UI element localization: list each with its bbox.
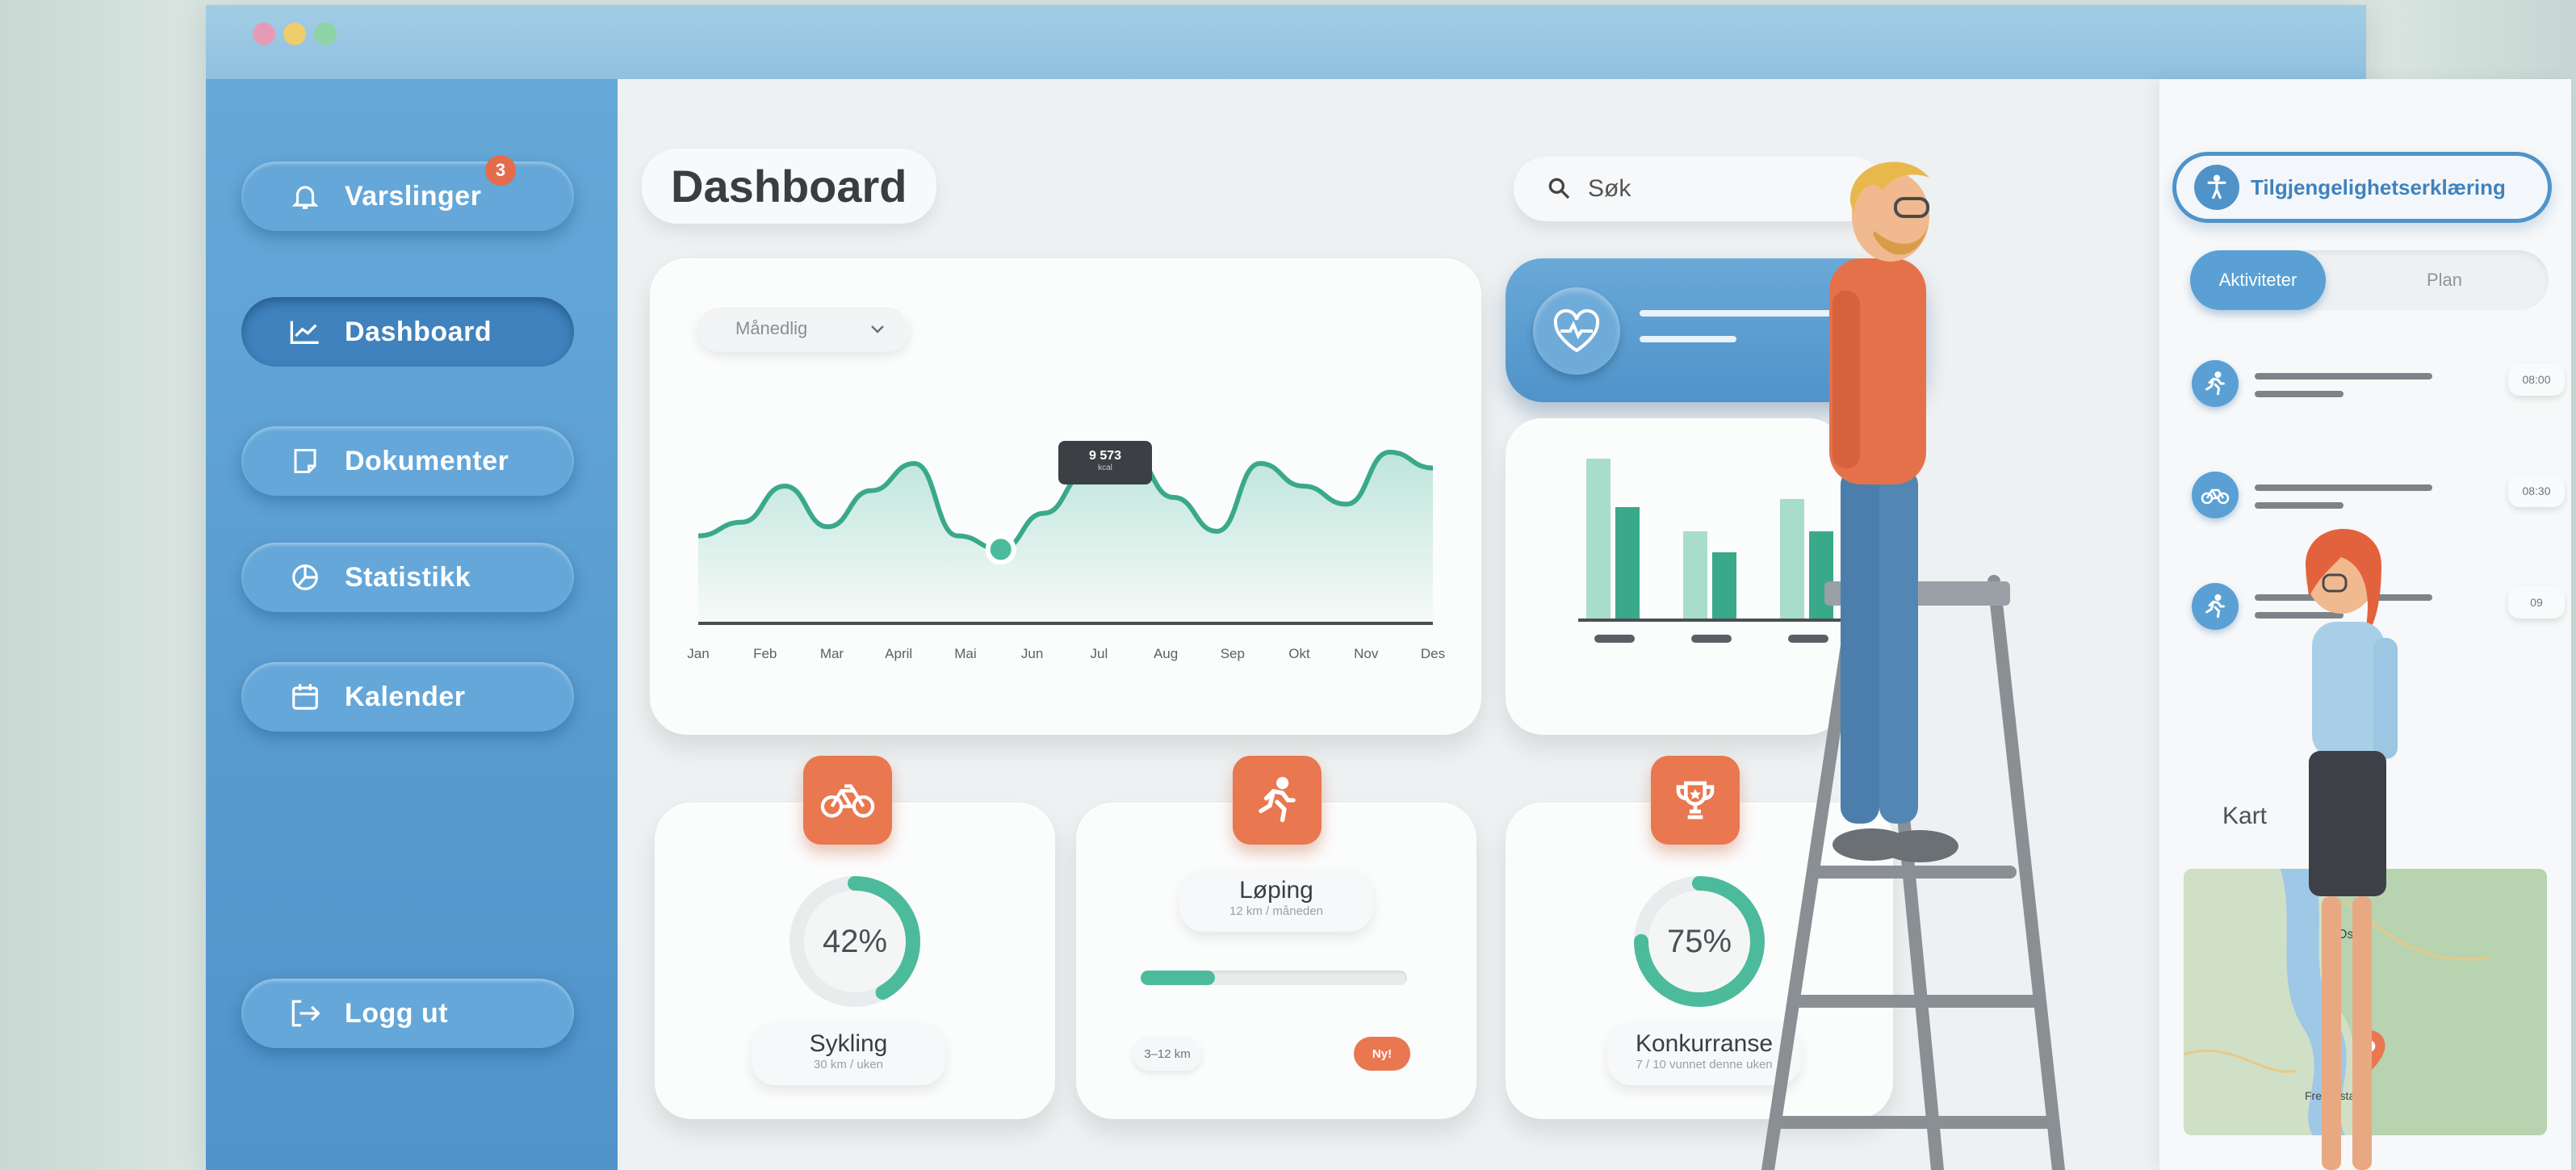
x-tick-label: Sep	[1220, 646, 1245, 661]
cycling-label: Sykling 30 km / uken	[752, 1022, 945, 1085]
running-label: Løping 12 km / måneden	[1179, 869, 1373, 932]
x-tick-label: April	[885, 646, 913, 661]
bar-category-tick	[1594, 635, 1635, 643]
distance-chip: 3–12 km	[1133, 1037, 1202, 1071]
accessibility-statement-button[interactable]: Tilgjengelighetserklæring	[2172, 152, 2552, 223]
schedule-time: 08:30	[2508, 475, 2565, 507]
bicycle-icon	[2192, 472, 2239, 518]
schedule-time: 09	[2508, 586, 2565, 619]
sidebar-item-statistikk[interactable]: Statistikk	[241, 543, 574, 612]
schedule-time: 08:00	[2508, 363, 2565, 396]
sidebar-item-label: Dokumenter	[345, 445, 509, 476]
running-progress-track	[1141, 971, 1407, 985]
page-title: Dashboard	[642, 149, 936, 224]
x-tick-label: Jan	[687, 646, 710, 661]
sidebar-item-label: Statistikk	[345, 561, 471, 593]
x-tick-label: Feb	[753, 646, 777, 661]
sidebar-item-kalender[interactable]: Kalender	[241, 662, 574, 732]
sidebar-item-label: Dashboard	[345, 316, 492, 347]
accessibility-icon	[2194, 165, 2239, 210]
running-icon	[2192, 360, 2239, 407]
running-progress-fill	[1141, 971, 1216, 985]
maximize-dot[interactable]	[314, 23, 337, 45]
sidebar-item-dokumenter[interactable]: Dokumenter	[241, 426, 574, 496]
accessibility-label: Tilgjengelighetserklæring	[2251, 174, 2506, 199]
logout-label: Logg ut	[345, 997, 449, 1029]
logout-icon	[287, 995, 324, 1032]
x-tick-label: Jul	[1090, 646, 1108, 661]
trophy-icon	[1651, 756, 1740, 845]
sidebar-item-label: Varslinger	[345, 180, 482, 212]
background-wall-left	[0, 0, 210, 1170]
schedule-line	[2255, 484, 2432, 491]
line-chart	[697, 449, 1434, 625]
chart-line-icon	[287, 313, 324, 350]
bar	[1683, 531, 1707, 620]
chart-tooltip: 9 573 kcal	[1058, 441, 1152, 484]
running-icon	[2192, 583, 2239, 630]
woman-illustration	[2306, 529, 2398, 1170]
running-icon	[1233, 756, 1322, 845]
sidebar: Varslinger 3 Dashboard Dokumenter Statis…	[206, 79, 618, 1170]
sidebar-item-varslinger[interactable]: Varslinger 3	[241, 155, 574, 231]
schedule-line	[2255, 391, 2344, 397]
x-tick-label: Okt	[1288, 646, 1310, 661]
tooltip-value: 9 573	[1088, 449, 1122, 463]
chart-highlight-point[interactable]	[985, 534, 1016, 565]
cycling-percent: 42%	[822, 923, 888, 959]
bar-category-tick	[1691, 635, 1732, 643]
search-icon	[1546, 175, 1573, 203]
document-icon	[287, 442, 324, 480]
sidebar-item-dashboard[interactable]: Dashboard	[241, 297, 574, 367]
bar	[1712, 552, 1736, 620]
schedule-line	[2255, 373, 2432, 380]
sidebar-item-label: Kalender	[345, 681, 466, 712]
x-tick-label: Aug	[1153, 646, 1179, 661]
minimize-dot[interactable]	[283, 23, 306, 45]
calendar-icon	[287, 678, 324, 715]
cycling-progress-ring: 42%	[782, 869, 928, 1014]
man-on-ladder-illustration	[1761, 161, 2065, 1170]
cycling-card[interactable]: 42% Sykling 30 km / uken	[655, 756, 1055, 1119]
cycling-title: Sykling	[809, 1030, 888, 1057]
logout-button[interactable]: Logg ut	[241, 979, 574, 1048]
pie-chart-icon	[287, 559, 324, 596]
x-tick-label: Jun	[1020, 646, 1044, 661]
bar	[1586, 459, 1611, 620]
title-bar	[206, 5, 2366, 79]
tab-plan[interactable]: Plan	[2344, 250, 2545, 310]
bar	[1615, 507, 1640, 620]
schedule-line	[2255, 502, 2344, 509]
cycling-subtitle: 30 km / uken	[814, 1058, 883, 1071]
placeholder-line	[1640, 336, 1736, 342]
x-tick-label: Mai	[954, 646, 977, 661]
running-title: Løping	[1239, 877, 1313, 904]
panel-tabs: Aktiviteter Plan	[2190, 250, 2549, 310]
x-tick-label: Des	[1420, 646, 1446, 661]
tooltip-unit: kcal	[1098, 463, 1112, 472]
running-card[interactable]: Løping 12 km / måneden 3–12 km Ny!	[1076, 756, 1476, 1119]
activity-chart-card: Månedlig 9 573 kcal Jan Feb Mar April Mai Jun…	[650, 258, 1481, 735]
tab-aktiviteter[interactable]: Aktiviteter	[2190, 250, 2326, 310]
bicycle-icon	[803, 756, 892, 845]
heart-rate-icon	[1533, 287, 1620, 375]
x-tick-label: Mar	[819, 646, 844, 661]
new-badge: Ny!	[1354, 1037, 1410, 1071]
notification-badge: 3	[485, 155, 516, 186]
search-placeholder: Søk	[1588, 175, 1631, 202]
x-tick-label: Nov	[1354, 646, 1379, 661]
scene: Varslinger 3 Dashboard Dokumenter Statis…	[0, 0, 2576, 1170]
running-subtitle: 12 km / måneden	[1229, 904, 1323, 918]
close-dot[interactable]	[253, 23, 275, 45]
bell-icon	[287, 178, 324, 215]
